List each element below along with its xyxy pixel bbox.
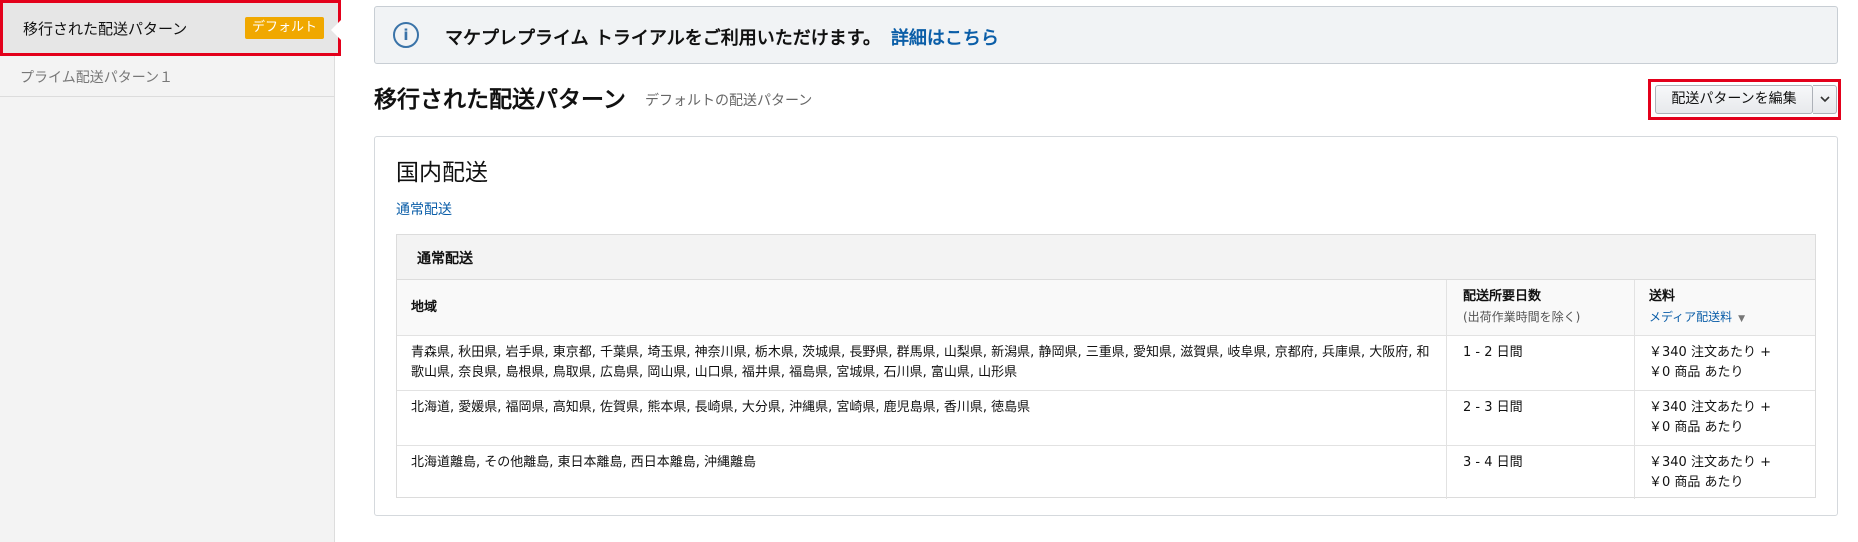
table-row: 北海道, 愛媛県, 福岡県, 高知県, 佐賀県, 熊本県, 長崎県, 大分県, … (397, 391, 1815, 446)
fee-per-item: ￥0 商品 あたり (1649, 365, 1744, 380)
default-badge: デフォルト (245, 17, 325, 39)
column-header-days: 配送所要日数 (出荷作業時間を除く) (1447, 280, 1635, 335)
details-link[interactable]: 詳細はこちら (891, 28, 999, 49)
info-banner: i マケプレプライム トライアルをご利用いただけます。 詳細はこちら (374, 6, 1838, 64)
region-cell: 青森県, 秋田県, 岩手県, 東京都, 千葉県, 埼玉県, 神奈川県, 栃木県,… (397, 336, 1447, 390)
info-icon: i (393, 22, 419, 48)
fee-cell: ￥340 注文あたり + ￥0 商品 あたり (1635, 336, 1815, 390)
chevron-down-icon: ▼ (1738, 314, 1746, 324)
column-header-days-label: 配送所要日数 (1463, 289, 1542, 304)
sidebar-item-prime-pattern[interactable]: プライム配送パターン１ (0, 57, 335, 97)
page-title: 移行された配送パターン (374, 87, 626, 113)
chevron-down-icon[interactable] (1813, 85, 1837, 114)
media-fee-link[interactable]: メディア配送料 ▼ (1649, 307, 1801, 329)
table-row: 北海道離島, その他離島, 東日本離島, 西日本離島, 沖縄離島 3 - 4 日… (397, 446, 1815, 499)
column-header-fee-label: 送料 (1649, 289, 1676, 304)
column-header-region: 地域 (397, 280, 1447, 335)
fee-per-order: ￥340 注文あたり + (1649, 400, 1771, 415)
banner-text: マケプレプライム トライアルをご利用いただけます。 (445, 28, 881, 49)
shipping-table: 通常配送 地域 配送所要日数 (出荷作業時間を除く) 送料 メディア配送料 ▼ 青… (396, 234, 1816, 499)
table-header-row: 地域 配送所要日数 (出荷作業時間を除く) 送料 メディア配送料 ▼ (397, 280, 1815, 336)
sidebar: 移行された配送パターン デフォルト プライム配送パターン１ (0, 0, 341, 542)
region-cell: 北海道離島, その他離島, 東日本離島, 西日本離島, 沖縄離島 (397, 446, 1447, 499)
fee-per-item: ￥0 商品 あたり (1649, 420, 1744, 435)
column-header-region-label: 地域 (411, 300, 438, 315)
standard-shipping-link[interactable]: 通常配送 (396, 199, 452, 219)
edit-pattern-button[interactable]: 配送パターンを編集 (1655, 85, 1813, 114)
section-title: 国内配送 (396, 160, 488, 186)
column-header-days-note: (出荷作業時間を除く) (1463, 310, 1581, 324)
fee-per-order: ￥340 注文あたり + (1649, 455, 1771, 470)
sidebar-item-migrated-pattern[interactable]: 移行された配送パターン デフォルト (0, 0, 341, 56)
sidebar-item-label: プライム配送パターン１ (20, 69, 174, 86)
banner-message: マケプレプライム トライアルをご利用いただけます。 詳細はこちら (445, 24, 999, 50)
days-cell: 1 - 2 日間 (1447, 336, 1635, 390)
fee-cell: ￥340 注文あたり + ￥0 商品 あたり (1635, 391, 1815, 445)
days-cell: 3 - 4 日間 (1447, 446, 1635, 499)
days-cell: 2 - 3 日間 (1447, 391, 1635, 445)
fee-per-item: ￥0 商品 あたり (1649, 475, 1744, 490)
region-cell: 北海道, 愛媛県, 福岡県, 高知県, 佐賀県, 熊本県, 長崎県, 大分県, … (397, 391, 1447, 445)
table-caption: 通常配送 (397, 235, 1815, 280)
fee-per-order: ￥340 注文あたり + (1649, 345, 1771, 360)
page-subtitle: デフォルトの配送パターン (645, 93, 813, 109)
column-header-fee: 送料 メディア配送料 ▼ (1635, 280, 1815, 335)
sidebar-item-label: 移行された配送パターン (23, 19, 188, 38)
edit-button-group: 配送パターンを編集 (1648, 79, 1841, 120)
domestic-shipping-card: 国内配送 通常配送 通常配送 地域 配送所要日数 (出荷作業時間を除く) 送料 … (374, 136, 1838, 516)
table-row: 青森県, 秋田県, 岩手県, 東京都, 千葉県, 埼玉県, 神奈川県, 栃木県,… (397, 336, 1815, 391)
media-fee-link-label: メディア配送料 (1649, 310, 1733, 324)
fee-cell: ￥340 注文あたり + ￥0 商品 あたり (1635, 446, 1815, 499)
